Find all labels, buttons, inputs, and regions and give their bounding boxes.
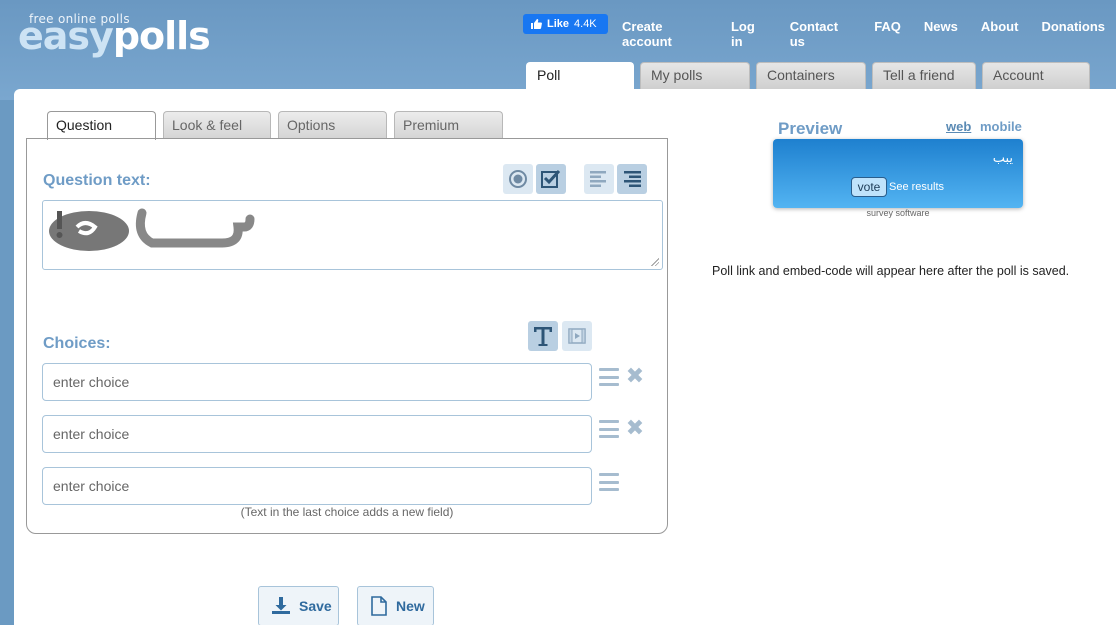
question-text-label: Question text: [43,172,151,189]
align-right-button[interactable] [617,164,647,194]
drag-handle-icon[interactable] [599,473,619,491]
nav-create-account[interactable]: Create account [622,19,708,49]
poll-link-message: Poll link and embed-code will appear her… [712,264,1070,278]
tab-poll[interactable]: Poll [526,62,634,89]
tab-options[interactable]: Options [278,111,387,139]
drag-handle-icon[interactable] [599,368,619,386]
choices-hint: (Text in the last choice adds a new fiel… [240,505,454,519]
nav-faq[interactable]: FAQ [874,19,901,49]
media-choices-button[interactable] [562,321,592,351]
align-left-button[interactable] [584,164,614,194]
text-choices-button[interactable] [528,321,558,351]
download-icon [272,597,290,614]
tab-premium[interactable]: Premium [394,111,503,139]
preview-mobile-link[interactable]: mobile [980,119,1022,134]
tab-look-and-feel[interactable]: Look & feel [163,111,271,139]
align-right-icon [624,171,641,187]
poll-preview-widget: يبب vote See results [773,139,1023,208]
nav-contact-us[interactable]: Contact us [790,19,852,49]
new-button[interactable]: New [357,586,434,625]
tab-my-polls[interactable]: My polls [640,62,750,89]
video-icon [568,328,586,344]
remove-choice-2-icon[interactable]: ✖ [625,418,645,440]
new-label: New [396,598,425,614]
survey-software-credit[interactable]: survey software [773,208,1023,218]
remove-choice-1-icon[interactable]: ✖ [625,366,645,388]
checkbox-icon [541,169,561,188]
thumbs-up-icon [531,19,542,29]
radio-icon [509,170,527,188]
top-navigation: Create account Log in Contact us FAQ New… [610,19,1116,49]
tab-question[interactable]: Question [47,111,156,140]
multiple-choice-button[interactable] [536,164,566,194]
vote-button[interactable]: vote [851,177,887,197]
tab-account[interactable]: Account [982,62,1090,89]
choice-input-2[interactable] [42,415,592,453]
choices-label: Choices: [43,335,111,352]
nav-about[interactable]: About [981,19,1019,49]
preview-title: Preview [778,119,843,138]
choice-input-3[interactable] [42,467,592,505]
see-results-link[interactable]: See results [889,181,944,193]
tab-tell-a-friend[interactable]: Tell a friend [872,62,976,89]
resize-handle[interactable] [651,258,659,266]
tab-containers[interactable]: Containers [756,62,866,89]
logo-part-polls: polls [112,14,211,58]
file-icon [371,596,387,616]
align-left-icon [590,171,606,187]
like-label: Like [547,18,570,30]
arabic-text-glyphs [49,208,255,251]
single-choice-button[interactable] [503,164,533,194]
drag-handle-icon[interactable] [599,420,619,438]
save-label: Save [299,598,332,614]
preview-question: يبب [992,151,1013,166]
preview-web-link[interactable]: web [946,119,971,134]
text-icon [534,327,552,346]
logo[interactable]: easypolls [18,14,211,58]
editor-tabs: Question Look & feel Options Premium [47,111,510,140]
choice-input-1[interactable] [42,363,592,401]
nav-news[interactable]: News [924,19,958,49]
like-count: 4.4K [574,18,597,30]
question-text-input[interactable] [42,200,663,270]
nav-log-in[interactable]: Log in [731,19,767,49]
save-button[interactable]: Save [258,586,339,625]
facebook-like-button[interactable]: Like 4.4K [523,14,608,34]
main-tabs: Poll My polls Containers Tell a friend A… [526,62,1096,89]
nav-donations[interactable]: Donations [1041,19,1105,49]
logo-part-easy: easy [18,14,114,58]
